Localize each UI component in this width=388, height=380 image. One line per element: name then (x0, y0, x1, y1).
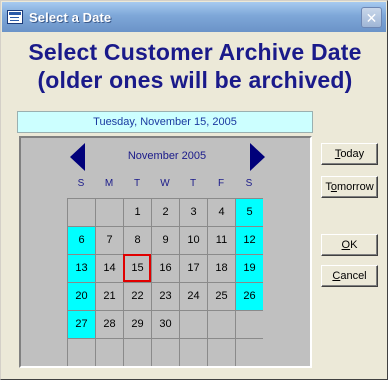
calendar-day-cell[interactable]: 5 (235, 198, 263, 226)
calendar-day-cell[interactable]: 9 (151, 226, 179, 254)
weekday-header: S (245, 178, 253, 189)
calendar-day-cell[interactable]: 2 (151, 198, 179, 226)
today-button-label-post: oday (340, 148, 365, 160)
ok-button-label-post: K (350, 239, 358, 251)
weekday-header: M (104, 178, 114, 189)
prev-month-icon[interactable] (70, 143, 85, 171)
calendar-day-cell[interactable]: 23 (151, 282, 179, 310)
calendar-empty-cell (67, 198, 95, 226)
calendar-empty-cell (95, 338, 123, 366)
month-label: November 2005 (127, 150, 207, 162)
calendar-day-cell[interactable]: 25 (207, 282, 235, 310)
calendar-day-cell[interactable]: 16 (151, 254, 179, 282)
calendar-empty-cell (67, 338, 95, 366)
tomorrow-button-label-post: morrow (336, 181, 374, 193)
calendar-day-cell[interactable]: 7 (95, 226, 123, 254)
today-button[interactable]: Today (321, 143, 378, 165)
cancel-button-label-post: ancel (340, 270, 367, 282)
calendar-day-cell[interactable]: 11 (207, 226, 235, 254)
calendar-day-cell[interactable]: 28 (95, 310, 123, 338)
ok-button-label-accel: O (341, 239, 351, 251)
calendar-empty-cell (235, 338, 263, 366)
weekday-header: F (217, 178, 225, 189)
calendar-day-cell[interactable]: 20 (67, 282, 95, 310)
calendar-day-cell[interactable]: 17 (179, 254, 207, 282)
selected-date-display: Tuesday, November 15, 2005 (17, 111, 313, 133)
calendar-day-cell[interactable]: 6 (67, 226, 95, 254)
calendar-day-cell[interactable]: 29 (123, 310, 151, 338)
calendar-empty-cell (207, 338, 235, 366)
calendar-empty-cell (207, 310, 235, 338)
headline-line-2: (older ones will be archived) (37, 67, 353, 93)
tomorrow-button[interactable]: Tomorrow (321, 176, 378, 198)
weekday-header: S (77, 178, 85, 189)
calendar-day-cell[interactable]: 24 (179, 282, 207, 310)
weekday-header: T (133, 178, 141, 189)
calendar-day-cell[interactable]: 3 (179, 198, 207, 226)
weekday-header: W (160, 178, 170, 189)
calendar-empty-cell (179, 310, 207, 338)
headline-line-1: Select Customer Archive Date (28, 39, 362, 65)
cancel-button[interactable]: Cancel (321, 265, 378, 287)
next-month-icon[interactable] (250, 143, 265, 171)
calendar-day-cell[interactable]: 14 (95, 254, 123, 282)
calendar-day-cell[interactable]: 22 (123, 282, 151, 310)
calendar-day-cell[interactable]: 18 (207, 254, 235, 282)
calendar-grid: November 2005 S M T W T F S 1 2 3 4 5 6 7 8 9 10 11 12 13 14… (19, 136, 312, 368)
calendar-empty-cell (235, 310, 263, 338)
calendar-day-cell[interactable]: 19 (235, 254, 263, 282)
form-icon (7, 10, 23, 24)
calendar-day-cell[interactable]: 30 (151, 310, 179, 338)
calendar-day-cell[interactable]: 4 (207, 198, 235, 226)
calendar-day-cell[interactable]: 13 (67, 254, 95, 282)
window-title: Select a Date (29, 9, 112, 25)
select-date-dialog: Select a Date ✕ Select Customer Archive … (0, 0, 388, 380)
calendar-day-cell[interactable]: 10 (179, 226, 207, 254)
calendar-empty-cell (179, 338, 207, 366)
calendar-day-cell[interactable]: 26 (235, 282, 263, 310)
calendar-day-cell[interactable]: 15 (123, 254, 151, 282)
calendar-day-cell[interactable]: 8 (123, 226, 151, 254)
calendar-day-cell[interactable]: 21 (95, 282, 123, 310)
close-button[interactable]: ✕ (361, 7, 382, 28)
calendar-empty-cell (123, 338, 151, 366)
calendar-day-cell[interactable]: 1 (123, 198, 151, 226)
weekday-header: T (189, 178, 197, 189)
title-bar: Select a Date ✕ (2, 2, 386, 32)
calendar-day-cell[interactable]: 27 (67, 310, 95, 338)
calendar-empty-cell (95, 198, 123, 226)
calendar-empty-cell (151, 338, 179, 366)
calendar-day-cell[interactable]: 12 (235, 226, 263, 254)
ok-button[interactable]: OK (321, 234, 378, 256)
